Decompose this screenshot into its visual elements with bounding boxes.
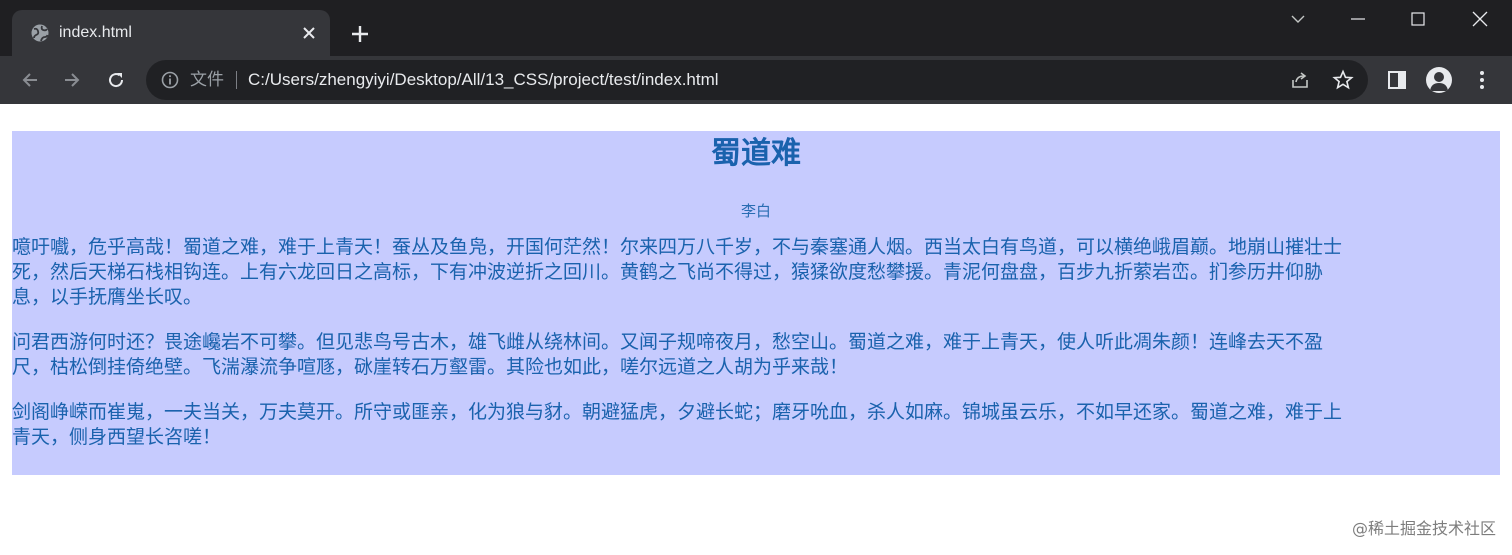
side-panel-icon[interactable] xyxy=(1383,66,1411,94)
share-icon[interactable] xyxy=(1288,68,1312,92)
globe-icon xyxy=(30,23,50,43)
address-bar[interactable]: 文件 C:/Users/zhengyiyi/Desktop/All/13_CSS… xyxy=(146,60,1368,100)
poem-container: 蜀道难 李白 噫吁嚱，危乎高哉！蜀道之难，难于上青天！蚕丛及鱼凫，开国何茫然！尔… xyxy=(12,131,1500,475)
plus-icon[interactable] xyxy=(346,20,374,48)
poem-paragraph-3: 剑阁峥嵘而崔嵬，一夫当关，万夫莫开。所守或匪亲，化为狼与豺。朝避猛虎，夕避长蛇；… xyxy=(12,400,1500,450)
omnibox-divider xyxy=(236,71,237,89)
poem-line: 噫吁嚱，危乎高哉！蜀道之难，难于上青天！蚕丛及鱼凫，开国何茫然！尔来四万八千岁，… xyxy=(12,236,1343,258)
poem-title: 蜀道难 xyxy=(711,136,801,171)
arrow-right-icon[interactable] xyxy=(58,66,86,94)
poem-line: 剑阁峥嵘而崔嵬，一夫当关，万夫莫开。所守或匪亲，化为狼与豺。朝避猛虎，夕避长蛇；… xyxy=(12,401,1343,423)
browser-tab-active[interactable]: index.html xyxy=(12,10,330,56)
browser-toolbar: 文件 C:/Users/zhengyiyi/Desktop/All/13_CSS… xyxy=(0,56,1512,104)
poem-paragraph-1: 噫吁嚱，危乎高哉！蜀道之难，难于上青天！蚕丛及鱼凫，开国何茫然！尔来四万八千岁，… xyxy=(12,235,1500,310)
tab-title: index.html xyxy=(59,24,132,41)
scheme-label: 文件 xyxy=(190,70,224,90)
kebab-menu-icon[interactable] xyxy=(1468,66,1496,94)
star-icon[interactable] xyxy=(1331,68,1355,92)
poem-line: 尺，枯松倒挂倚绝壁。飞湍瀑流争喧豗，砯崖转石万壑雷。其险也如此，嗟尔远道之人胡为… xyxy=(12,356,849,378)
info-icon[interactable] xyxy=(160,70,180,90)
reload-icon[interactable] xyxy=(102,66,130,94)
person-icon[interactable] xyxy=(1426,67,1452,93)
browser-title-bar: index.html xyxy=(0,0,1512,56)
chevron-down-icon[interactable] xyxy=(1280,6,1316,32)
poem-line: 青天，侧身西望长咨嗟！ xyxy=(12,426,222,448)
close-icon[interactable] xyxy=(299,23,319,43)
url-text[interactable]: C:/Users/zhengyiyi/Desktop/All/13_CSS/pr… xyxy=(248,69,719,91)
poem-line: 死，然后天梯石栈相钩连。上有六龙回日之高标，下有冲波逆折之回川。黄鹤之飞尚不得过… xyxy=(12,261,1324,283)
poem-author: 李白 xyxy=(740,202,771,220)
arrow-left-icon[interactable] xyxy=(16,66,44,94)
page-viewport: 蜀道难 李白 噫吁嚱，危乎高哉！蜀道之难，难于上青天！蚕丛及鱼凫，开国何茫然！尔… xyxy=(0,104,1512,555)
poem-line: 问君西游何时还？畏途巉岩不可攀。但见悲鸟号古木，雄飞雌从绕林间。又闻子规啼夜月，… xyxy=(12,331,1324,353)
minimize-icon[interactable] xyxy=(1340,6,1376,32)
poem-paragraph-2: 问君西游何时还？畏途巉岩不可攀。但见悲鸟号古木，雄飞雌从绕林间。又闻子规啼夜月，… xyxy=(12,330,1500,380)
poem-line: 息，以手抚膺坐长叹。 xyxy=(12,286,203,308)
watermark: @稀土掘金技术社区 xyxy=(1351,519,1496,538)
window-close-icon[interactable] xyxy=(1462,6,1498,32)
maximize-icon[interactable] xyxy=(1400,6,1436,32)
